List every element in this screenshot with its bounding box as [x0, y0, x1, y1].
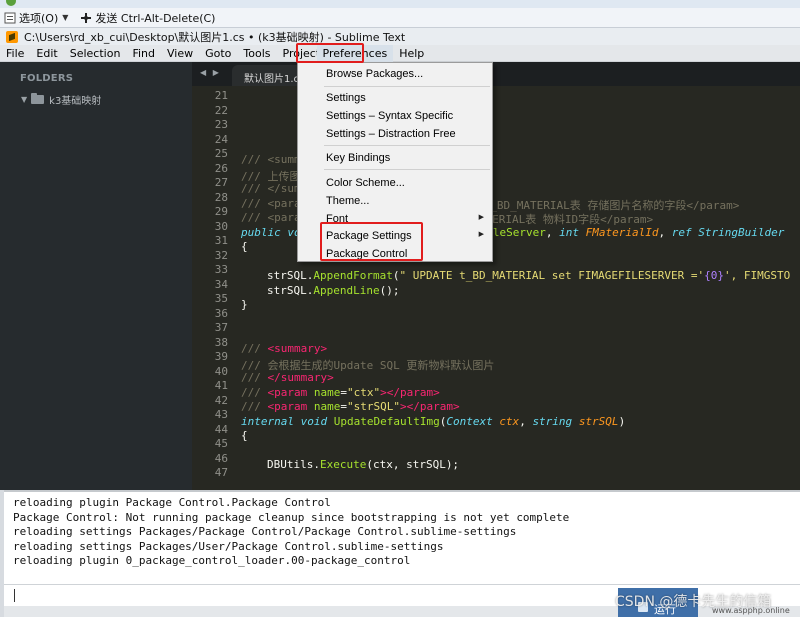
menu-help[interactable]: Help: [393, 45, 430, 62]
menu-goto[interactable]: Goto: [199, 45, 237, 62]
code-line-43: internal void UpdateDefaultImg(Context c…: [241, 414, 626, 428]
line-number: 32: [214, 248, 228, 262]
code-line-41: /// <param name="ctx"></param>: [241, 385, 440, 399]
line-number: 23: [214, 118, 228, 131]
options-menu[interactable]: 选项(O) ▼: [0, 8, 76, 27]
menu-separator: [324, 169, 490, 170]
menu-item-key-bindings[interactable]: Key Bindings: [298, 149, 492, 166]
menu-edit[interactable]: Edit: [30, 45, 63, 62]
menu-item-browse-packages[interactable]: Browse Packages...: [298, 65, 492, 82]
line-number: 28: [214, 190, 228, 204]
line-number: 47: [214, 466, 228, 479]
line-number: 39: [214, 350, 228, 363]
menu-view[interactable]: View: [161, 45, 199, 62]
line-number: 35: [214, 292, 228, 305]
options-label: 选项(O): [19, 11, 59, 25]
code-line-31: {: [241, 240, 248, 253]
line-number: 33: [214, 263, 228, 276]
line-number: 31: [214, 234, 228, 247]
caret-down-icon: ▼: [62, 13, 69, 22]
console-line: reloading settings Packages/Package Cont…: [13, 525, 517, 539]
ctrl-alt-del-icon: [81, 12, 92, 23]
chevron-right-icon: ▶: [478, 214, 484, 221]
menu-file[interactable]: File: [0, 45, 30, 62]
menu-tools[interactable]: Tools: [237, 45, 276, 62]
highlight-package-items: [320, 222, 423, 261]
menubar: File Edit Selection Find View Goto Tools…: [0, 44, 800, 62]
text-cursor: [14, 589, 15, 602]
line-number: 41: [214, 379, 228, 392]
line-number: 27: [214, 176, 228, 189]
line-number: 24: [214, 132, 228, 146]
line-number: 40: [214, 364, 228, 378]
remote-window-strip: [0, 0, 800, 8]
menu-item-settings[interactable]: Settings: [298, 89, 492, 106]
menu-item-settings-distraction[interactable]: Settings – Distraction Free: [298, 125, 492, 142]
code-token: public vo: [241, 225, 301, 239]
code-editor[interactable]: 21 22 23 24 25 26 27 28 29 30 31 32 33 34 35 36 37 38 39 40…: [192, 86, 800, 490]
line-number: 25: [214, 147, 228, 160]
line-number: 34: [214, 277, 228, 291]
remote-toolbar: 选项(O) ▼ 发送 Ctrl-Alt-Delete(C): [0, 8, 800, 28]
line-number: 21: [214, 89, 228, 102]
console-input[interactable]: [9, 588, 609, 604]
menu-item-color-scheme[interactable]: Color Scheme...: [298, 174, 492, 191]
menu-separator: [324, 86, 490, 87]
console-output[interactable]: reloading plugin Package Control.Package…: [4, 490, 800, 584]
send-ctrl-alt-del-button[interactable]: 发送 Ctrl-Alt-Delete(C): [76, 8, 219, 27]
menu-item-theme[interactable]: Theme...: [298, 192, 492, 209]
menu-selection[interactable]: Selection: [64, 45, 127, 62]
tab-bar: ◀ ▶ 默认图片1.cs: [192, 62, 800, 86]
line-number: 29: [214, 205, 228, 218]
code-line-44: {: [241, 429, 248, 442]
console-line: reloading plugin Package Control.Package…: [13, 496, 331, 509]
sublime-text-icon: [6, 30, 18, 43]
remote-app-icon: [6, 0, 16, 6]
folders-label: FOLDERS: [20, 73, 74, 84]
menu-item-settings-syntax[interactable]: Settings – Syntax Specific: [298, 107, 492, 124]
code-line-46: DBUtils.Execute(ctx, strSQL);: [267, 458, 460, 471]
code-token: eFileServer, int FMaterialId, ref String…: [473, 225, 785, 239]
code-line-40: /// </summary>: [241, 371, 334, 384]
code-line-38: /// <summary>: [241, 342, 328, 355]
console-line: Package Control: Not running package cle…: [13, 510, 570, 524]
tab-nav-arrows-icon[interactable]: ◀ ▶: [200, 68, 221, 77]
line-number: 42: [214, 393, 228, 407]
tab-label: 默认图片1.cs: [244, 74, 305, 85]
line-number: 38: [214, 335, 228, 349]
line-number: 26: [214, 161, 228, 175]
send-label: 发送 Ctrl-Alt-Delete(C): [95, 11, 216, 25]
options-icon: [4, 12, 16, 23]
code-line-35: }: [241, 298, 248, 311]
menu-find[interactable]: Find: [126, 45, 161, 62]
line-number: 36: [214, 306, 228, 320]
line-number: 30: [214, 219, 228, 233]
site-watermark: www.aspphp.online: [712, 606, 790, 615]
line-number: 44: [214, 422, 228, 436]
line-number: 43: [214, 408, 228, 421]
line-number: 22: [214, 103, 228, 117]
chevron-right-icon: ▶: [478, 231, 484, 238]
caret-down-icon[interactable]: ▼: [21, 95, 27, 104]
code-line-33: strSQL.AppendFormat(" UPDATE t_BD_MATERI…: [267, 269, 791, 282]
highlight-preferences: [296, 43, 364, 63]
folder-icon: [31, 93, 45, 104]
folder-label: k3基础映射: [49, 96, 102, 107]
window-titlebar: C:\Users\rd_xb_cui\Desktop\默认图片1.cs • (k…: [0, 28, 800, 45]
line-number: 37: [214, 321, 228, 334]
line-number: 46: [214, 451, 228, 465]
console-line: reloading settings Packages/User/Package…: [13, 539, 444, 553]
sidebar: FOLDERS ▼ k3基础映射: [0, 62, 192, 490]
console-line: reloading plugin 0_package_control_loade…: [13, 554, 411, 568]
line-number: 45: [214, 437, 228, 450]
code-line-42: /// <param name="strSQL"></param>: [241, 400, 460, 413]
menu-separator: [324, 145, 490, 146]
sidebar-folder-root[interactable]: ▼ k3基础映射: [21, 92, 101, 107]
code-line-30: public vo eFileServer, int FMaterialId, r…: [241, 225, 784, 239]
code-line-34: strSQL.AppendLine();: [267, 283, 400, 297]
